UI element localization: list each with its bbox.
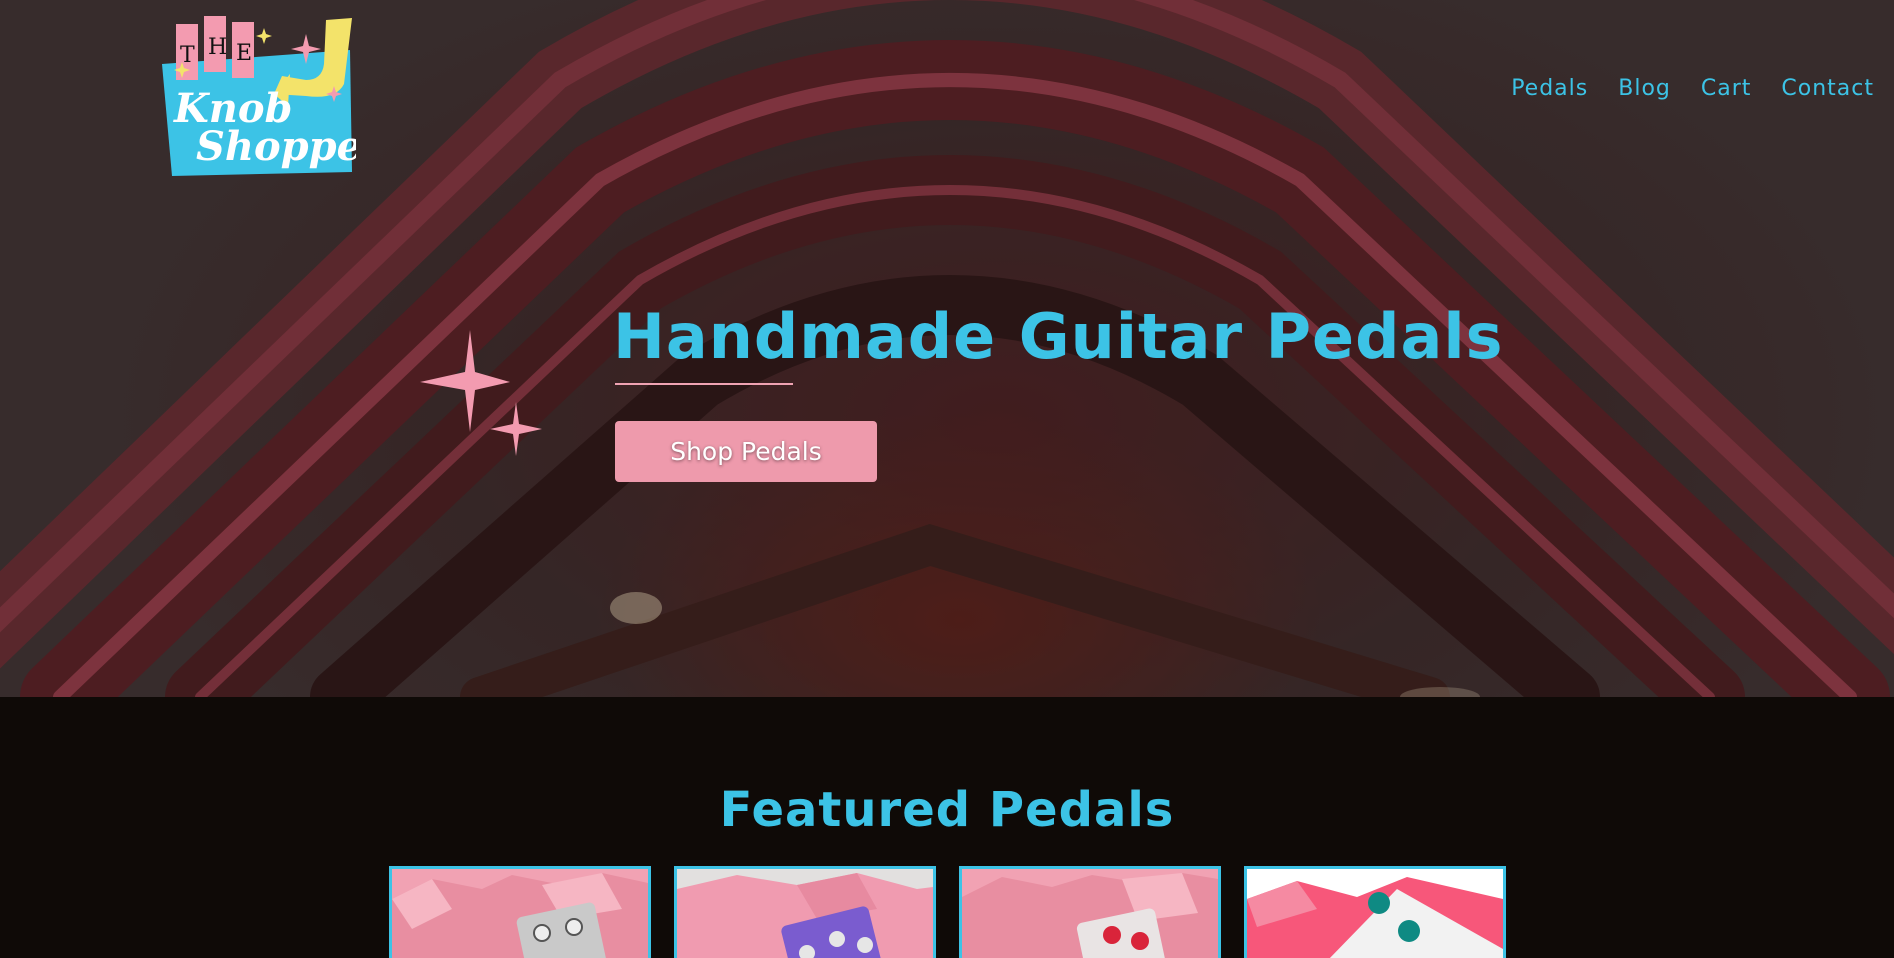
product-image-purple-pedal — [677, 869, 933, 958]
product-card-3[interactable] — [959, 866, 1221, 958]
product-image-silver-pedal — [392, 869, 648, 958]
product-card-2[interactable] — [674, 866, 936, 958]
product-card-4[interactable] — [1244, 866, 1506, 958]
knob-shoppe-logo-icon: T H E Knob Shoppe — [162, 16, 362, 176]
sparkle-icon — [420, 330, 542, 456]
hero-title: Handmade Guitar Pedals — [613, 300, 1504, 373]
shop-pedals-button[interactable]: Shop Pedals — [615, 421, 877, 482]
nav-link-blog[interactable]: Blog — [1618, 76, 1671, 101]
nav-link-pedals[interactable]: Pedals — [1511, 76, 1588, 101]
main-navigation: Pedals Blog Cart Contact — [1511, 76, 1874, 101]
logo-text-h: H — [208, 35, 227, 60]
hero-title-underline — [615, 383, 793, 385]
featured-pedals-heading: Featured Pedals — [719, 782, 1175, 838]
site-logo[interactable]: T H E Knob Shoppe — [156, 14, 362, 176]
logo-text-e: E — [236, 41, 252, 66]
product-image-red-knob-pedal — [962, 869, 1218, 958]
logo-text-shoppe: Shoppe — [196, 123, 356, 170]
product-image-teal-knob-pedal — [1247, 869, 1503, 958]
product-card-1[interactable] — [389, 866, 651, 958]
nav-link-cart[interactable]: Cart — [1701, 76, 1752, 101]
nav-link-contact[interactable]: Contact — [1781, 76, 1874, 101]
hero-banner: T H E Knob Shoppe Pedals Blog Cart Conta… — [0, 0, 1894, 697]
